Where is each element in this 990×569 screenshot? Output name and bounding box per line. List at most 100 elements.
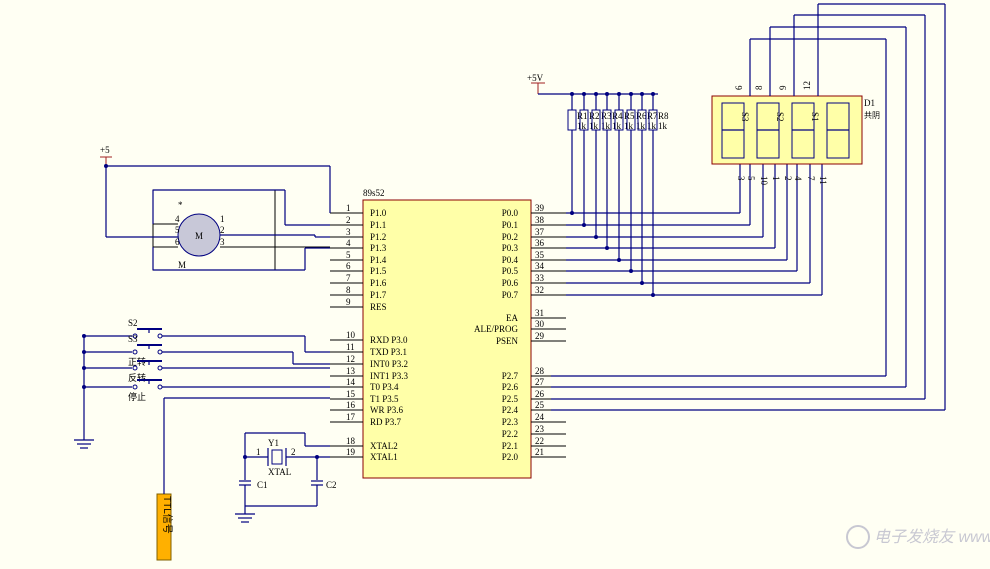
resistor-label: R8 — [658, 111, 669, 121]
mcu-pin-number: 8 — [346, 285, 351, 295]
resistor-body — [567, 109, 577, 131]
mcu-pin-number: 39 — [535, 203, 545, 213]
display-type: 共阴 — [864, 111, 880, 120]
mcu-pin-label: P0.0 — [502, 208, 519, 218]
mcu-pin-number: 5 — [346, 250, 351, 260]
mcu-pin-number: 33 — [535, 273, 545, 283]
motor-pin-6: 6 — [175, 237, 180, 247]
c1-label: C1 — [257, 480, 268, 490]
mcu-pin-label: INT0 P3.2 — [370, 359, 408, 369]
resistor-label: R2 — [589, 111, 600, 121]
mcu-pin-label: P1.2 — [370, 232, 386, 242]
mcu-pin-number: 24 — [535, 412, 545, 422]
mcu-pin-number: 38 — [535, 215, 545, 225]
crystal-pin2: 2 — [291, 447, 296, 457]
mcu-pin-label: T0 P3.4 — [370, 382, 399, 392]
mcu-pin-label: P0.6 — [502, 278, 519, 288]
digit-select-label: S3 — [740, 112, 750, 122]
mcu-name: 89s52 — [363, 188, 385, 198]
crystal-ref: Y1 — [268, 438, 279, 448]
mcu-pin-number: 35 — [535, 250, 545, 260]
mcu-pin-label: WR P3.6 — [370, 405, 404, 415]
switch-label: 反转 — [128, 372, 146, 383]
mcu-pin-number: 7 — [346, 273, 351, 283]
mcu-pin-label: XTAL1 — [370, 452, 398, 462]
display-bottom-pin: 4 — [793, 176, 803, 181]
mcu-pin-number: 27 — [535, 377, 545, 387]
mcu-pin-label: P2.6 — [502, 382, 519, 392]
vcc-left-label: +5 — [100, 145, 110, 155]
switch-ref: S2 — [128, 318, 138, 328]
switch-ref: S3 — [128, 334, 138, 344]
mcu-pin-number: 37 — [535, 227, 545, 237]
mcu-pin-label: P1.1 — [370, 220, 386, 230]
mcu-pin-number: 11 — [346, 342, 355, 352]
vcc-res-label: +5V — [527, 73, 544, 83]
mcu-pin-label: P0.5 — [502, 266, 519, 276]
mcu-pin-number: 17 — [346, 412, 356, 422]
mcu-pin-label: EA — [506, 313, 518, 323]
mcu-pin-label: PSEN — [496, 336, 519, 346]
mcu-chip: 89s52 1 P1.0 2 P1.1 3 P1.2 4 P1.3 5 P1.4 6 P1.5 7 P1.… — [330, 188, 566, 479]
mcu-pin-label: P1.6 — [370, 278, 387, 288]
mcu-pin-label: P2.4 — [502, 405, 519, 415]
digit-select-label: S2 — [775, 112, 785, 122]
mcu-pin-number: 2 — [346, 215, 351, 225]
motor-center-label: M — [195, 231, 203, 241]
mcu-pin-label: P2.3 — [502, 417, 519, 427]
display-bottom-pin: 2 — [783, 176, 793, 181]
display-top-pin: 12 — [802, 81, 812, 90]
mcu-pin-number: 9 — [346, 297, 351, 307]
mcu-pin-label: P1.4 — [370, 255, 387, 265]
mcu-pin-number: 31 — [535, 308, 544, 318]
mcu-pin-label: TXD P3.1 — [370, 347, 407, 357]
crystal-name: XTAL — [268, 467, 291, 477]
mcu-pin-label: P2.1 — [502, 441, 518, 451]
c2-label: C2 — [326, 480, 337, 490]
display-bottom-pin: 10 — [759, 176, 769, 186]
mcu-pin-label: P2.5 — [502, 394, 519, 404]
watermark: 电子发烧友 www.elecfans.com — [846, 525, 990, 549]
motor-pin-2: 2 — [220, 225, 225, 235]
mcu-pin-number: 34 — [535, 261, 545, 271]
motor: M * M 4 5 6 1 2 3 — [152, 189, 330, 271]
mcu-pin-label: RXD P3.0 — [370, 335, 408, 345]
digit-select-label: S1 — [810, 112, 820, 122]
display-bottom-pin: 3 — [736, 176, 746, 181]
crystal-pin1: 1 — [256, 447, 261, 457]
mcu-pin-label: P0.7 — [502, 290, 519, 300]
mcu-pin-number: 22 — [535, 436, 544, 446]
mcu-pin-number: 25 — [535, 400, 545, 410]
vcc-left: +5 — [100, 145, 112, 168]
mcu-pin-label: INT1 P3.3 — [370, 371, 408, 381]
motor-pin-5: 5 — [175, 225, 180, 235]
display-top-pin: 9 — [778, 85, 788, 90]
mcu-pin-number: 32 — [535, 285, 544, 295]
mcu-pin-number: 30 — [535, 319, 545, 329]
resistor-label: R1 — [577, 111, 588, 121]
mcu-pin-number: 18 — [346, 436, 356, 446]
mcu-pin-label: P1.7 — [370, 290, 387, 300]
mcu-pin-number: 15 — [346, 389, 356, 399]
watermark-text: 电子发烧友 www.elecfans.com — [874, 528, 990, 546]
resistor-value: 1k — [658, 121, 668, 131]
mcu-pin-number: 21 — [535, 447, 544, 457]
display-top-pin: 6 — [734, 85, 744, 90]
mcu-pin-label: P1.5 — [370, 266, 387, 276]
motor-pin-3: 3 — [220, 237, 225, 247]
schematic-canvas: 89s52 1 P1.0 2 P1.1 3 P1.2 4 P1.3 5 P1.4 6 P1.5 7 P1.… — [74, 3, 990, 561]
display-bottom-pin: 7 — [806, 176, 816, 181]
mcu-pin-label: RES — [370, 302, 387, 312]
mcu-pin-label: RD P3.7 — [370, 417, 402, 427]
display-top-pin: 8 — [754, 85, 764, 90]
mcu-pin-number: 19 — [346, 447, 356, 457]
resistor-label: R4 — [612, 111, 623, 121]
motor-pin-4: 4 — [175, 214, 180, 224]
ttl-tag-text: TTL信号 — [161, 496, 173, 534]
switch-group: S2S3正转反转停止 — [74, 318, 330, 449]
mcu-pin-label: P0.2 — [502, 232, 518, 242]
mcu-pin-label: P2.0 — [502, 452, 519, 462]
mcu-pin-label: P2.2 — [502, 429, 518, 439]
mcu-pin-number: 13 — [346, 366, 356, 376]
mcu-pin-number: 29 — [535, 331, 545, 341]
